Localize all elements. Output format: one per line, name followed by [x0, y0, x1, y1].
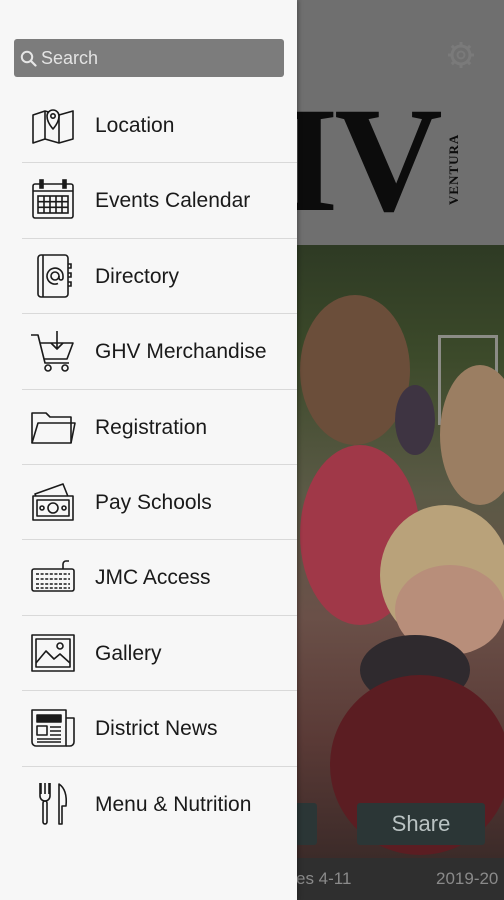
map-pin-icon: [32, 109, 74, 144]
footer-year: 2019-20: [436, 869, 499, 888]
share-button[interactable]: Share: [357, 803, 485, 845]
logo-side-text: VENTURA: [446, 133, 461, 205]
menu-item-ghv-merchandise[interactable]: GHV Merchandise: [0, 314, 297, 390]
photo-shape: [395, 385, 435, 455]
folder-icon: [31, 411, 76, 444]
menu-item-location[interactable]: Location: [0, 88, 297, 164]
image-icon: [31, 633, 75, 672]
menu-item-events-calendar[interactable]: Events Calendar: [0, 163, 297, 240]
menu-item-directory[interactable]: Directory: [0, 239, 297, 315]
menu-item-label: Events Calendar: [95, 189, 251, 213]
money-icon: [32, 483, 74, 521]
address-book-icon: [37, 253, 72, 298]
menu-item-label: Menu & Nutrition: [95, 792, 252, 816]
search-input[interactable]: [41, 40, 279, 76]
menu-item-label: Directory: [95, 264, 180, 288]
menu-item-label: JMC Access: [95, 566, 211, 590]
menu-item-label: Gallery: [95, 641, 162, 665]
search-icon: [20, 50, 37, 67]
keyboard-icon: [31, 560, 75, 593]
shopping-cart-icon: [31, 331, 74, 372]
logo-letters: IV: [280, 77, 443, 243]
photo-shape: [300, 295, 410, 445]
newspaper-icon: [31, 709, 75, 747]
menu-item-gallery[interactable]: Gallery: [0, 616, 297, 692]
menu-item-label: Registration: [95, 415, 208, 439]
menu-item-label: Pay Schools: [95, 490, 212, 514]
menu-item-menu-nutrition[interactable]: Menu & Nutrition: [0, 767, 297, 842]
gear-icon[interactable]: [446, 40, 476, 70]
side-drawer: Location Events Calendar Directory: [0, 0, 297, 900]
menu-item-label: GHV Merchandise: [95, 340, 267, 364]
footer-date-range: es 4-11: [296, 869, 352, 888]
menu-list: Location Events Calendar Directory GHV M…: [0, 88, 297, 842]
menu-item-pay-schools[interactable]: Pay Schools: [0, 465, 297, 541]
menu-item-label: Location: [95, 114, 175, 137]
fork-knife-icon: [39, 782, 68, 825]
menu-item-jmc-access[interactable]: JMC Access: [0, 540, 297, 617]
menu-item-district-news[interactable]: District News: [0, 691, 297, 767]
menu-item-registration[interactable]: Registration: [0, 390, 297, 466]
menu-item-label: District News: [95, 717, 218, 741]
calendar-icon: [32, 179, 74, 220]
